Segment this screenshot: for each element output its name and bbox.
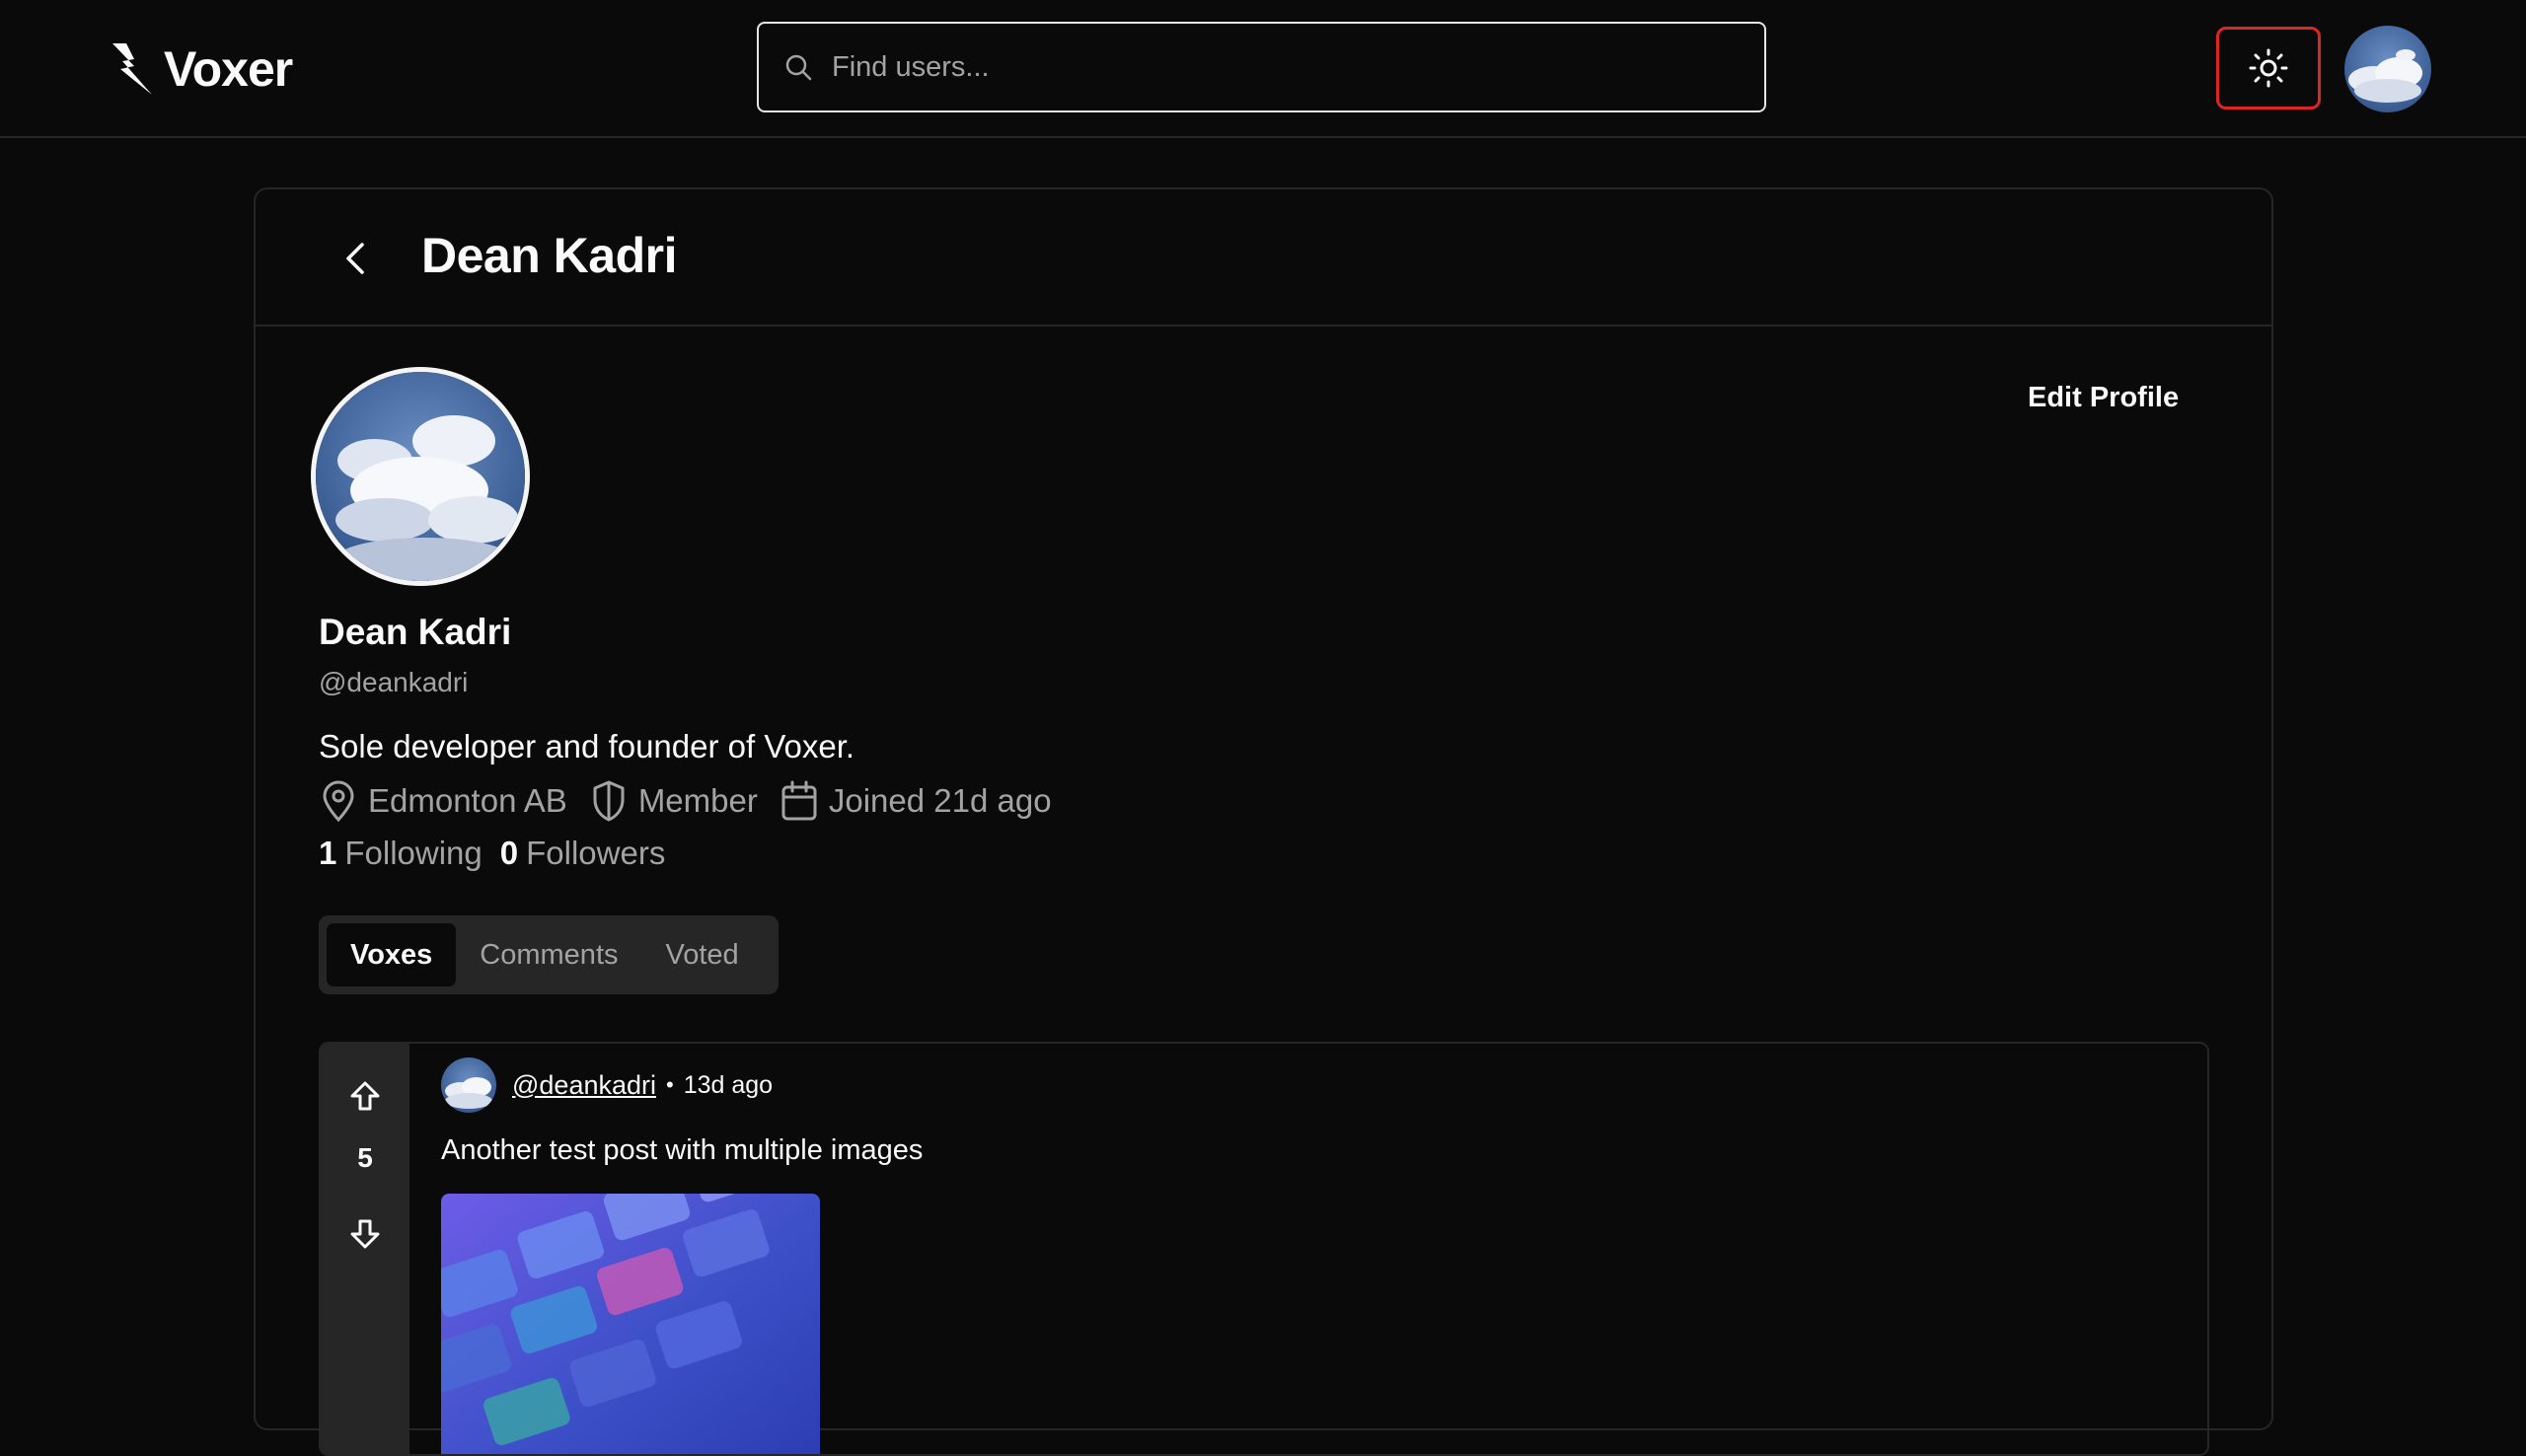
following-label: Following bbox=[344, 835, 483, 871]
profile-header: Dean Kadri bbox=[256, 189, 2271, 327]
calendar-icon bbox=[781, 780, 817, 821]
keyboard-photo-image bbox=[441, 1194, 820, 1454]
post-card: 5 @deankadri • 13d ago Another test post… bbox=[319, 1042, 2209, 1456]
follow-stats: 1 Following 0 Followers bbox=[319, 835, 683, 872]
search-icon bbox=[785, 54, 812, 81]
lightning-logo-icon bbox=[112, 43, 152, 95]
brand-name: Voxer bbox=[164, 41, 293, 97]
post-timestamp: 13d ago bbox=[683, 1070, 774, 1099]
profile-avatar bbox=[311, 367, 530, 586]
edit-profile-button[interactable]: Edit Profile bbox=[2028, 382, 2179, 414]
user-avatar[interactable] bbox=[2344, 26, 2431, 112]
role-item: Member bbox=[589, 779, 758, 823]
cloud-avatar-image bbox=[2344, 26, 2431, 112]
top-navbar: Voxer bbox=[0, 0, 2526, 138]
profile-tabs: Voxes Comments Voted bbox=[319, 915, 779, 994]
location-text: Edmonton AB bbox=[368, 782, 567, 819]
page-title: Dean Kadri bbox=[421, 228, 677, 283]
vote-count: 5 bbox=[357, 1142, 373, 1173]
brand-logo[interactable]: Voxer bbox=[107, 37, 293, 101]
upvote-arrow-icon[interactable] bbox=[348, 1079, 382, 1113]
profile-card: Dean Kadri Edit Profile Dean Kadri @dean… bbox=[254, 187, 2273, 1456]
vote-column: 5 bbox=[321, 1044, 409, 1454]
search-bar[interactable] bbox=[757, 22, 1766, 112]
shield-icon bbox=[593, 780, 625, 822]
joined-text: Joined 21d ago bbox=[828, 782, 1052, 819]
tab-voted[interactable]: Voted bbox=[642, 923, 763, 986]
separator-dot: • bbox=[666, 1072, 674, 1097]
post-header: @deankadri • 13d ago bbox=[441, 1057, 773, 1113]
profile-bio: Sole developer and founder of Voxer. bbox=[319, 728, 855, 764]
tab-comments[interactable]: Comments bbox=[456, 923, 641, 986]
following-count: 1 bbox=[319, 835, 337, 871]
tab-voxes[interactable]: Voxes bbox=[327, 923, 457, 986]
post-body: Another test post with multiple images bbox=[441, 1134, 924, 1166]
profile-meta: Edmonton AB Member Joined 21d ago bbox=[319, 779, 1074, 823]
post-author-avatar[interactable] bbox=[441, 1057, 496, 1113]
post-image[interactable] bbox=[441, 1194, 820, 1454]
theme-toggle-button[interactable] bbox=[2216, 27, 2321, 109]
sun-icon bbox=[2249, 48, 2288, 88]
location-item: Edmonton AB bbox=[319, 779, 567, 823]
followers-count: 0 bbox=[499, 835, 519, 871]
joined-item: Joined 21d ago bbox=[780, 779, 1052, 823]
cloud-avatar-image bbox=[441, 1057, 496, 1113]
followers-link[interactable]: 0 Followers bbox=[500, 835, 666, 872]
profile-handle: @deankadri bbox=[319, 667, 469, 697]
following-link[interactable]: 1 Following bbox=[319, 835, 483, 872]
search-input[interactable] bbox=[830, 49, 1722, 85]
cloud-avatar-image bbox=[316, 372, 525, 581]
followers-label: Followers bbox=[526, 835, 666, 871]
map-pin-icon bbox=[323, 780, 354, 823]
role-text: Member bbox=[637, 782, 758, 819]
post-author-link[interactable]: @deankadri bbox=[512, 1070, 656, 1101]
downvote-arrow-icon[interactable] bbox=[348, 1217, 382, 1251]
profile-name: Dean Kadri bbox=[319, 612, 512, 652]
chevron-left-icon[interactable] bbox=[334, 237, 378, 280]
